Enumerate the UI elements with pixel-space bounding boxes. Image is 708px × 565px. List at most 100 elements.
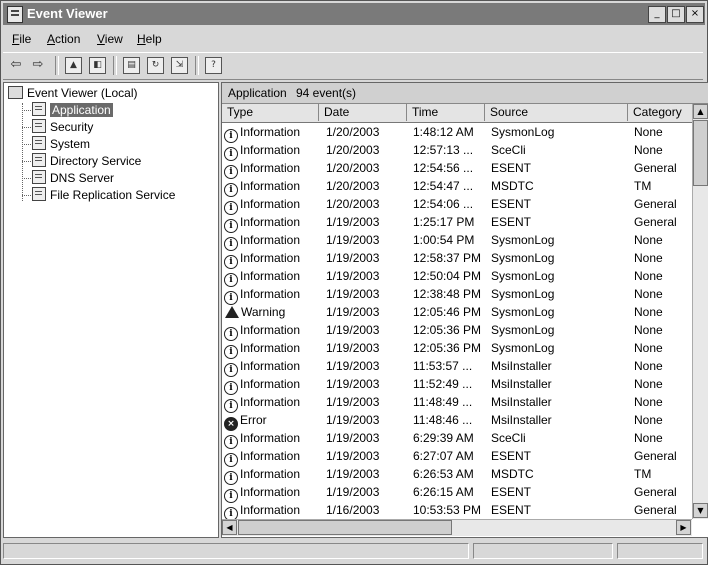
column-header-category[interactable]: Category — [628, 104, 692, 121]
column-headers: Type Date Time Source Category — [222, 104, 692, 123]
cell-time: 11:53:57 ... — [413, 359, 473, 373]
cell-source: SceCli — [491, 431, 526, 445]
cell-category: None — [634, 395, 663, 409]
event-type-label: Information — [240, 323, 301, 337]
column-header-type[interactable]: Type — [222, 104, 319, 121]
cell-source: ESENT — [491, 197, 532, 211]
event-type-label: Information — [240, 287, 301, 301]
toolbar-separator — [113, 56, 117, 75]
cell-time: 12:54:06 ... — [413, 197, 474, 211]
horizontal-scrollbar[interactable]: ◀ ▶ — [222, 519, 692, 536]
cell-source: SysmonLog — [491, 233, 555, 247]
close-button[interactable]: × — [686, 6, 704, 23]
forward-arrow-icon[interactable]: ⇨ — [29, 56, 47, 74]
table-row[interactable]: i Information 1/19/2003 11:48:49 ... MsiInst… — [222, 393, 692, 413]
table-row[interactable]: i Information 1/19/2003 1:25:17 PM ESENT Gene… — [222, 213, 692, 233]
event-log-icon — [32, 153, 46, 167]
event-type-label: Information — [240, 269, 301, 283]
table-row[interactable]: i Information 1/20/2003 1:48:12 AM SysmonLog… — [222, 123, 692, 143]
details-pane: Application 94 event(s) Type Date Time S… — [221, 82, 708, 538]
event-type-label: Information — [240, 395, 301, 409]
table-row[interactable]: i Information 1/19/2003 6:27:07 AM ESENT Gene… — [222, 447, 692, 467]
help-icon[interactable]: ? — [205, 57, 222, 74]
cell-type: i Information — [224, 375, 300, 395]
table-row[interactable]: i Information 1/20/2003 12:54:06 ... ESENT Ge… — [222, 195, 692, 215]
menu-help[interactable]: Help — [137, 32, 162, 46]
cell-category: None — [634, 251, 663, 265]
column-header-time[interactable]: Time — [407, 104, 485, 121]
tree-root-event-viewer[interactable]: Event Viewer (Local) — [8, 86, 138, 102]
table-row[interactable]: i Information 1/19/2003 12:58:37 PM SysmonLo… — [222, 249, 692, 269]
table-row[interactable]: i Information 1/19/2003 11:52:49 ... MsiInst… — [222, 375, 692, 395]
table-row[interactable]: i Information 1/19/2003 6:26:15 AM ESENT Gene… — [222, 483, 692, 503]
cell-source: ESENT — [491, 485, 532, 499]
horizontal-scroll-thumb[interactable] — [238, 520, 452, 535]
menu-action[interactable]: Action — [47, 32, 80, 46]
up-folder-icon[interactable]: ▲ — [65, 57, 82, 74]
event-type-label: Information — [240, 125, 301, 139]
cell-category: None — [634, 143, 663, 157]
tree-item-directory-service[interactable]: Directory Service — [32, 153, 141, 169]
scroll-down-button[interactable]: ▼ — [693, 503, 708, 518]
minimize-button[interactable]: _ — [648, 6, 666, 23]
tree-item-security[interactable]: Security — [32, 119, 93, 135]
table-row[interactable]: × Error 1/19/2003 11:48:46 ... MsiInstaller N… — [222, 411, 692, 431]
cell-category: None — [634, 431, 663, 445]
column-header-source[interactable]: Source — [485, 104, 628, 121]
cell-date: 1/19/2003 — [326, 449, 380, 463]
cell-time: 12:54:56 ... — [413, 161, 474, 175]
tree-connector — [22, 144, 31, 145]
tree-item-file-replication-service[interactable]: File Replication Service — [32, 187, 175, 203]
cell-type: i Information — [224, 159, 300, 179]
maximize-button[interactable]: □ — [667, 6, 685, 23]
table-row[interactable]: i Information 1/19/2003 12:05:36 PM SysmonLo… — [222, 321, 692, 341]
event-count: 94 event(s) — [296, 86, 357, 100]
cell-category: None — [634, 413, 663, 427]
table-row[interactable]: i Information 1/20/2003 12:54:47 ... MSDTC TM — [222, 177, 692, 197]
cell-type: i Information — [224, 285, 300, 305]
cell-date: 1/20/2003 — [326, 125, 380, 139]
event-viewer-app-icon[interactable] — [7, 6, 23, 23]
tree-item-dns-server[interactable]: DNS Server — [32, 170, 114, 186]
table-row[interactable]: Warning 1/19/2003 12:05:46 PM SysmonLog None — [222, 303, 692, 321]
scroll-left-button[interactable]: ◀ — [222, 520, 237, 535]
cell-category: General — [634, 197, 677, 211]
refresh-icon[interactable]: ↻ — [147, 57, 164, 74]
properties-icon[interactable]: ▤ — [123, 57, 140, 74]
table-row[interactable]: i Information 1/19/2003 12:38:48 PM SysmonLo… — [222, 285, 692, 305]
tree-item-application[interactable]: Application — [32, 102, 113, 118]
scroll-up-button[interactable]: ▲ — [693, 104, 708, 119]
table-row[interactable]: i Information 1/20/2003 12:54:56 ... ESENT Ge… — [222, 159, 692, 179]
menu-view[interactable]: View — [97, 32, 123, 46]
export-list-icon[interactable]: ⇲ — [171, 57, 188, 74]
table-row[interactable]: i Information 1/19/2003 12:50:04 PM SysmonLo… — [222, 267, 692, 287]
vertical-scroll-thumb[interactable] — [693, 120, 708, 186]
tree-item-system[interactable]: System — [32, 136, 90, 152]
scroll-right-button[interactable]: ▶ — [676, 520, 691, 535]
tree-connector — [22, 110, 31, 111]
table-row[interactable]: i Information 1/19/2003 6:29:39 AM SceCli Non… — [222, 429, 692, 449]
event-log-icon — [32, 119, 46, 133]
table-row[interactable]: i Information 1/16/2003 10:53:53 PM ESENT Gen… — [222, 501, 692, 519]
column-header-date[interactable]: Date — [319, 104, 407, 121]
table-row[interactable]: i Information 1/20/2003 12:57:13 ... SceCli N… — [222, 141, 692, 161]
cell-time: 12:05:36 PM — [413, 323, 482, 337]
menu-file[interactable]: File — [12, 32, 31, 46]
cell-category: General — [634, 161, 677, 175]
back-arrow-icon[interactable]: ⇦ — [7, 56, 25, 74]
event-log-icon — [32, 170, 46, 184]
table-row[interactable]: i Information 1/19/2003 6:26:53 AM MSDTC TM — [222, 465, 692, 485]
table-row[interactable]: i Information 1/19/2003 12:05:36 PM SysmonLo… — [222, 339, 692, 359]
event-type-label: Information — [240, 449, 301, 463]
cell-time: 6:26:53 AM — [413, 467, 474, 481]
tree-connector — [22, 127, 31, 128]
cell-date: 1/20/2003 — [326, 143, 380, 157]
status-pane — [3, 543, 469, 559]
table-row[interactable]: i Information 1/19/2003 11:53:57 ... MsiInst… — [222, 357, 692, 377]
cell-source: ESENT — [491, 161, 532, 175]
cell-source: ESENT — [491, 449, 532, 463]
table-row[interactable]: i Information 1/19/2003 1:00:54 PM SysmonLog… — [222, 231, 692, 251]
vertical-scrollbar[interactable]: ▲ ▼ — [692, 104, 708, 519]
show-hide-tree-icon[interactable]: ◧ — [89, 57, 106, 74]
title-bar[interactable]: Event Viewer _ □ × — [3, 3, 705, 25]
